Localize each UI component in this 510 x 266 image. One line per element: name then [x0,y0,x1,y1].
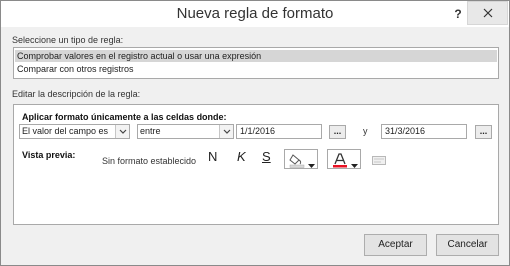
rule-type-item-compare[interactable]: Comparar con otros registros [15,63,497,75]
chevron-down-icon [351,156,358,174]
close-button[interactable] [467,1,508,25]
font-color-button[interactable] [327,149,361,169]
new-format-rule-dialog: Nueva regla de formato ? Seleccione un t… [0,0,510,266]
preview-label: Vista previa: [22,150,76,160]
rule-type-label: Seleccione un tipo de regla: [12,35,124,45]
rule-type-item-expression[interactable]: Comprobar valores en el registro actual … [15,50,497,62]
fill-color-button[interactable] [284,149,318,169]
dialog-title: Nueva regla de formato [176,5,334,22]
operator-select[interactable]: entre [137,124,234,139]
toggle-format-icon[interactable] [372,153,386,171]
italic-button[interactable]: K [237,149,246,164]
apply-format-heading: Aplicar formato únicamente a las celdas … [22,112,227,122]
value1-builder-button[interactable]: ... [329,125,346,139]
help-button[interactable]: ? [447,1,469,27]
and-label: y [363,126,368,136]
rule-type-list[interactable]: Comprobar valores en el registro actual … [13,47,499,79]
title-bar: Nueva regla de formato ? [1,1,509,27]
accept-button[interactable]: Aceptar [364,234,427,256]
value1-input[interactable]: 1/1/2016 [236,124,322,139]
cancel-button[interactable]: Cancelar [436,234,499,256]
field-condition-value: El valor del campo es [22,126,109,136]
chevron-down-icon [308,156,315,174]
rule-description-label: Editar la descripción de la regla: [12,89,141,99]
paint-bucket-icon [289,152,305,173]
chevron-down-icon [115,125,129,138]
value2-builder-button[interactable]: ... [475,125,492,139]
rule-description-panel: Aplicar formato únicamente a las celdas … [13,104,499,225]
chevron-down-icon [219,125,233,138]
value2-input[interactable]: 31/3/2016 [381,124,467,139]
bold-button[interactable]: N [208,149,217,164]
operator-value: entre [140,126,161,136]
field-condition-select[interactable]: El valor del campo es [19,124,130,139]
underline-button[interactable]: S [262,149,271,164]
font-color-icon [332,152,348,173]
close-icon [483,8,492,18]
preview-text: Sin formato establecido [102,156,197,166]
